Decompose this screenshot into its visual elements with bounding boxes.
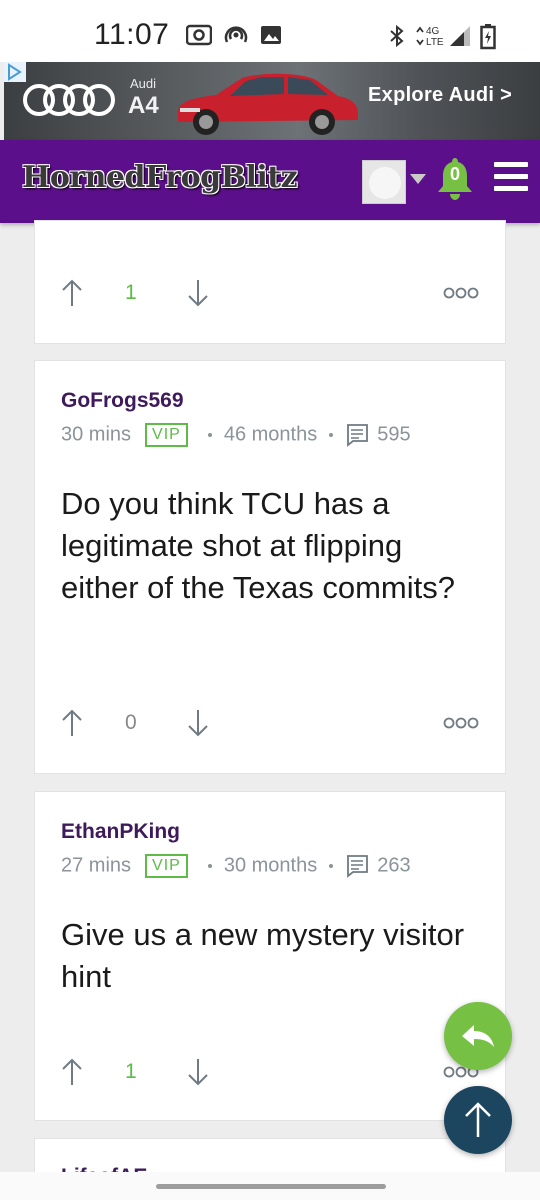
post-count: 263 xyxy=(377,854,411,877)
separator-dot xyxy=(207,864,212,868)
site-logo[interactable]: HornedFrogBlitz xyxy=(22,160,298,195)
separator-dot xyxy=(329,433,334,437)
downvote-arrow-icon[interactable] xyxy=(187,279,209,307)
separator-dot xyxy=(329,864,334,868)
arrow-up-icon xyxy=(465,1102,491,1137)
ad-banner[interactable]: Audi A4 Explore Audi > xyxy=(4,62,540,140)
bluetooth-icon xyxy=(390,24,404,48)
gallery-icon xyxy=(261,26,281,44)
clock: 11:07 xyxy=(94,18,170,51)
reply-button[interactable] xyxy=(444,1002,512,1070)
vote-count: 1 xyxy=(125,281,137,304)
battery-charging-icon xyxy=(480,24,496,50)
audi-rings-logo xyxy=(23,84,115,116)
red-car-image xyxy=(178,73,358,135)
signal-icon xyxy=(450,26,470,46)
post-card: 1 xyxy=(34,220,506,344)
post-username[interactable]: EthanPKing xyxy=(61,820,180,844)
avatar[interactable] xyxy=(362,160,406,204)
adchoices-icon[interactable] xyxy=(4,62,26,82)
chevron-down-icon[interactable] xyxy=(410,174,426,184)
reply-arrow-icon xyxy=(462,1025,494,1047)
system-nav-bar xyxy=(0,1172,540,1200)
svg-text:LTE: LTE xyxy=(426,37,444,48)
more-options-icon[interactable] xyxy=(443,287,479,299)
post-card: EthanPKing 27 mins VIP 30 months 263 Give u… xyxy=(34,791,506,1121)
upvote-arrow-icon[interactable] xyxy=(61,1058,83,1086)
post-time: 27 mins xyxy=(61,854,132,877)
notification-count: 0 xyxy=(449,164,460,184)
hamburger-menu-icon[interactable] xyxy=(494,162,528,192)
ad-brand: Audi xyxy=(130,76,157,91)
post-time: 30 mins xyxy=(61,423,132,446)
post-body: Give us a new mystery visitor hint xyxy=(61,917,465,994)
post-body: Do you think TCU has a legitimate shot a… xyxy=(61,486,455,605)
membership-duration: 30 months xyxy=(223,854,318,877)
vip-badge: VIP xyxy=(145,423,188,447)
explore-audi-link[interactable]: Explore Audi > xyxy=(368,84,512,107)
upvote-arrow-icon[interactable] xyxy=(61,279,83,307)
scroll-to-top-button[interactable] xyxy=(444,1086,512,1154)
status-bar: 11:07 4G LTE xyxy=(0,0,540,62)
post-meta: 27 mins VIP 30 months 263 xyxy=(61,854,411,882)
podcast-icon xyxy=(224,26,248,43)
vote-count: 1 xyxy=(125,1060,137,1083)
comment-icon xyxy=(347,424,369,447)
more-options-icon[interactable] xyxy=(443,717,479,729)
post-username[interactable]: GoFrogs569 xyxy=(61,389,184,413)
membership-duration: 46 months xyxy=(223,423,318,446)
post-meta: 30 mins VIP 46 months 595 xyxy=(61,423,411,451)
post-count: 595 xyxy=(377,423,411,446)
vip-badge: VIP xyxy=(145,854,188,878)
separator-dot xyxy=(207,433,212,437)
gesture-handle[interactable] xyxy=(156,1184,386,1189)
radio-icon xyxy=(186,24,212,46)
site-header: HornedFrogBlitz 0 xyxy=(0,140,540,223)
network-4g-lte-icon: 4G LTE xyxy=(416,26,444,48)
upvote-arrow-icon[interactable] xyxy=(61,709,83,737)
post-card: GoFrogs569 30 mins VIP 46 months 595 Do you… xyxy=(34,360,506,774)
vote-count: 0 xyxy=(125,711,137,734)
downvote-arrow-icon[interactable] xyxy=(187,1058,209,1086)
ad-model: A4 xyxy=(128,92,159,119)
svg-text:4G: 4G xyxy=(426,26,440,37)
downvote-arrow-icon[interactable] xyxy=(187,709,209,737)
comment-icon xyxy=(347,855,369,878)
